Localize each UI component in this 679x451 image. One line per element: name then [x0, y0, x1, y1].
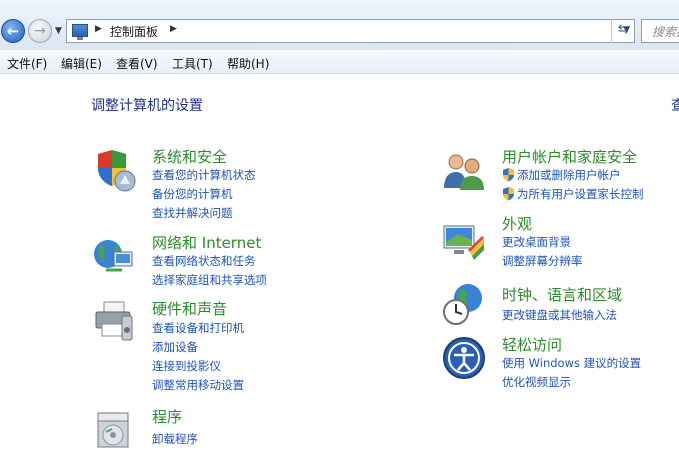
category-appearance[interactable]: 外观: [502, 213, 532, 234]
address-toolbar: ← → ▼ ▶ 控制面板 ▶ ▼ ⇆ 搜索控: [0, 0, 679, 50]
link-add-device[interactable]: 添加设备: [152, 339, 198, 355]
ease-of-access-icon[interactable]: [442, 336, 486, 380]
address-bar[interactable]: ▶ 控制面板 ▶ ▼: [66, 19, 635, 43]
link-adjust-resolution[interactable]: 调整屏幕分辨率: [502, 253, 583, 269]
breadcrumb-chevron-icon[interactable]: ▶: [170, 24, 177, 34]
link-change-input-method[interactable]: 更改键盘或其他输入法: [502, 307, 617, 323]
link-devices-printers[interactable]: 查看设备和打印机: [152, 320, 244, 336]
page-title: 调整计算机的设置: [91, 98, 203, 114]
link-mobility-settings[interactable]: 调整常用移动设置: [152, 377, 244, 393]
link-parental-controls[interactable]: 为所有用户设置家长控制: [517, 186, 644, 202]
uac-shield-icon: [503, 168, 514, 182]
link-find-fix-problems[interactable]: 查找并解决问题: [152, 205, 233, 221]
link-homegroup-sharing[interactable]: 选择家庭组和共享选项: [152, 272, 267, 288]
search-placeholder: 搜索控: [652, 25, 679, 39]
category-programs[interactable]: 程序: [152, 406, 182, 427]
uac-shield-icon: [503, 187, 514, 201]
users-icon[interactable]: [442, 148, 486, 192]
category-clock-language-region[interactable]: 时钟、语言和区域: [502, 284, 622, 305]
history-dropdown-icon[interactable]: ▼: [55, 26, 62, 36]
shield-icon[interactable]: [92, 148, 136, 192]
programs-box-icon[interactable]: [92, 405, 136, 449]
menu-view[interactable]: 查看(V): [116, 55, 158, 72]
category-network[interactable]: 网络和 Internet: [152, 232, 261, 253]
breadcrumb-control-panel[interactable]: 控制面板: [110, 23, 158, 40]
category-hardware-sound[interactable]: 硬件和声音: [152, 298, 227, 319]
link-uninstall-program[interactable]: 卸载程序: [152, 431, 198, 447]
link-view-computer-status[interactable]: 查看您的计算机状态: [152, 167, 256, 183]
view-by-label[interactable]: 查: [671, 95, 679, 115]
breadcrumb-chevron-icon[interactable]: ▶: [95, 24, 102, 34]
menu-file[interactable]: 文件(F): [7, 55, 47, 72]
link-windows-suggested-settings[interactable]: 使用 Windows 建议的设置: [502, 355, 641, 371]
menu-help[interactable]: 帮助(H): [227, 55, 269, 72]
refresh-button[interactable]: ⇆: [611, 19, 635, 43]
arrow-left-icon: ←: [6, 22, 20, 40]
link-add-remove-accounts[interactable]: 添加或删除用户帐户: [517, 167, 621, 183]
network-globe-icon[interactable]: [92, 234, 136, 278]
link-connect-projector[interactable]: 连接到投影仪: [152, 358, 221, 374]
category-ease-of-access[interactable]: 轻松访问: [502, 334, 562, 355]
category-system-security[interactable]: 系统和安全: [152, 146, 227, 167]
arrow-right-icon: →: [34, 23, 46, 39]
search-input[interactable]: 搜索控: [641, 19, 679, 43]
control-panel-icon: [72, 24, 88, 40]
back-button[interactable]: ←: [1, 19, 25, 43]
link-change-desktop-background[interactable]: 更改桌面背景: [502, 234, 571, 250]
forward-button[interactable]: →: [28, 19, 52, 43]
link-backup-computer[interactable]: 备份您的计算机: [152, 186, 233, 202]
clock-globe-icon[interactable]: [442, 282, 486, 326]
menu-edit[interactable]: 编辑(E): [61, 55, 102, 72]
menu-bar: 文件(F) 编辑(E) 查看(V) 工具(T) 帮助(H): [0, 51, 679, 74]
refresh-icon: ⇆: [618, 22, 629, 37]
monitor-palette-icon[interactable]: [442, 220, 486, 264]
link-network-status[interactable]: 查看网络状态和任务: [152, 253, 256, 269]
printer-icon[interactable]: [92, 298, 136, 342]
menu-tools[interactable]: 工具(T): [172, 55, 213, 72]
link-optimize-visual-display[interactable]: 优化视频显示: [502, 374, 571, 390]
category-user-accounts[interactable]: 用户帐户和家庭安全: [502, 146, 637, 167]
